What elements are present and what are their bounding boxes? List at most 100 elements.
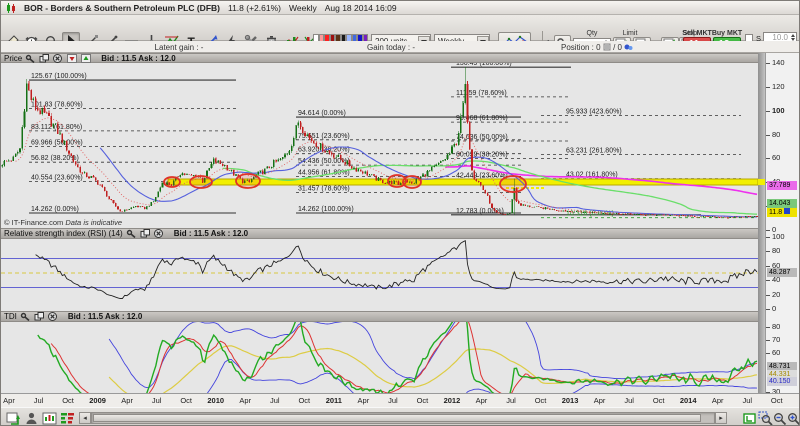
status-row: Latent gain : - Gain today : - Position …: [1, 41, 800, 53]
fib-level-label: 63.231 (261.80%): [566, 148, 622, 155]
user-icon[interactable]: [23, 410, 39, 426]
axis-drag-strip[interactable]: [758, 53, 765, 393]
tdi-panes-icon[interactable]: [34, 312, 45, 321]
rsi-close-icon[interactable]: [154, 229, 165, 238]
copyright-text: © IT-Finance.com: [4, 218, 63, 227]
axis-tick-label: 80: [772, 323, 780, 331]
axis-tick-label: 120: [772, 83, 785, 91]
axis-tick: [766, 158, 770, 159]
axis-tick: [766, 237, 770, 238]
scrollbar-thumb[interactable]: [93, 414, 701, 422]
chart-window-icon[interactable]: [41, 410, 57, 426]
alert-ellipse-annotation[interactable]: [190, 176, 212, 188]
time-axis-label: Jul: [152, 396, 162, 405]
stop-distance-spinner[interactable]: [791, 34, 795, 41]
alert-ellipse-annotation[interactable]: [403, 176, 421, 188]
axis-tick: [766, 353, 770, 354]
time-axis-label: Oct: [62, 396, 74, 405]
alert-ellipse-annotation[interactable]: [500, 176, 526, 192]
price-panes-icon[interactable]: [39, 54, 50, 63]
axis-tick: [766, 280, 770, 281]
datetime-label: Aug 18 2014 16:09: [325, 3, 397, 13]
gain-today-label: Gain today : -: [367, 43, 415, 52]
axis-tick-label: 20: [772, 291, 780, 299]
time-axis-label: Apr: [712, 396, 724, 405]
axis-value-label: 11.8: [767, 208, 797, 217]
price-bid-ask: Bid : 11.5 Ask : 12.0: [101, 54, 175, 63]
price-axis-column[interactable]: 1401201008060402001008060402008070603037…: [765, 53, 800, 393]
position-text: Position :: [561, 43, 596, 52]
rsi-settings-icon[interactable]: [126, 229, 137, 238]
indicative-note: Data is indicative: [65, 218, 122, 227]
tdi-pane-title: TDI: [4, 312, 17, 321]
axis-tick: [766, 63, 770, 64]
rsi-panes-icon[interactable]: [140, 229, 151, 238]
time-axis-label: 2010: [207, 396, 224, 405]
order-book-icon[interactable]: [59, 410, 75, 426]
price-pane-header: Price Bid : 11.5 Ask : 12.0: [1, 53, 758, 63]
axis-tick: [766, 266, 770, 267]
tdi-settings-icon[interactable]: [20, 312, 31, 321]
tdi-close-icon[interactable]: [48, 312, 59, 321]
instrument-title: BOR - Borders & Southern Petroleum PLC (…: [24, 3, 220, 13]
price-sell-marker-icon[interactable]: [67, 54, 78, 63]
time-axis-label: 2009: [89, 396, 106, 405]
axis-tick-label: 40: [772, 276, 780, 284]
fib-level-label: 40.554 (23.60%): [31, 175, 83, 182]
reset-view-icon[interactable]: [741, 410, 757, 426]
axis-tick: [766, 230, 770, 231]
fib-level-label: 101.83 (78.60%): [31, 102, 83, 109]
axis-tick-label: 70: [772, 336, 780, 344]
position-orders-icon[interactable]: [624, 43, 633, 51]
tdi-chart[interactable]: [1, 322, 758, 393]
axis-tick: [766, 111, 770, 112]
price-close-icon[interactable]: [53, 54, 64, 63]
price-chart[interactable]: 125.67 (100.00%)101.83 (78.60%)83.112 (6…: [1, 63, 758, 228]
position-pending-count: 0: [618, 43, 622, 52]
price-settings-icon[interactable]: [25, 54, 36, 63]
fib-level-label: 83.112 (61.80%): [31, 124, 82, 131]
alert-ellipse-annotation[interactable]: [236, 174, 260, 188]
fib-level-label: 14.262 (100.00%): [298, 206, 354, 213]
axis-tick-label: 100: [772, 233, 785, 241]
time-axis-label: 2011: [326, 396, 342, 405]
fib-level-label: 111.59 (78.60%): [456, 90, 507, 97]
time-axis-label: 2012: [444, 396, 461, 405]
time-axis-label: Oct: [298, 396, 310, 405]
axis-tick: [766, 135, 770, 136]
scroll-left-arrow[interactable]: ◂: [79, 412, 91, 424]
app-candlestick-icon: [5, 3, 16, 12]
horizontal-scrollbar[interactable]: [91, 412, 715, 424]
fib-level-label: 56.82 (38.20%): [31, 155, 79, 162]
price-pane-title: Price: [4, 54, 22, 63]
tdi-price-line: [38, 322, 757, 393]
axis-tick-label: 80: [772, 247, 780, 255]
alert-ellipse-annotation[interactable]: [164, 177, 180, 187]
yellow-level-axis-mark: [758, 179, 765, 185]
axis-tick: [766, 87, 770, 88]
time-axis-label: 2013: [562, 396, 579, 405]
price-marker-icon[interactable]: [784, 208, 790, 214]
position-open-count: 0: [596, 43, 600, 52]
export-chart-icon[interactable]: [5, 410, 21, 426]
axis-tick-label: 80: [772, 131, 780, 139]
fib-level-label: 94.614 (0.00%): [298, 110, 346, 117]
scroll-right-arrow[interactable]: ▸: [715, 412, 727, 424]
axis-tick: [766, 295, 770, 296]
latent-gain-label: Latent gain : -: [155, 43, 204, 52]
fib-level-label: 31.457 (78.60%): [298, 186, 350, 193]
rsi-pane-header: Relative strength index (RSI) (14) Bid :…: [1, 228, 758, 239]
axis-tick: [766, 327, 770, 328]
price-buy-marker-icon[interactable]: [81, 54, 92, 63]
fib-level-label: 136.49 (100.00%): [456, 63, 512, 67]
axis-value-label: 40.150: [767, 377, 797, 386]
zoom-in-icon[interactable]: [785, 410, 800, 426]
time-axis-label: Oct: [417, 396, 429, 405]
time-axis-label: Jul: [270, 396, 280, 405]
last-price-change: 11.8 (+2.61%): [228, 3, 281, 13]
time-axis-label: Apr: [476, 396, 488, 405]
rsi-chart[interactable]: [1, 239, 758, 311]
axis-tick: [766, 309, 770, 310]
time-axis-label: Oct: [771, 396, 783, 405]
position-list-icon[interactable]: [603, 43, 611, 51]
